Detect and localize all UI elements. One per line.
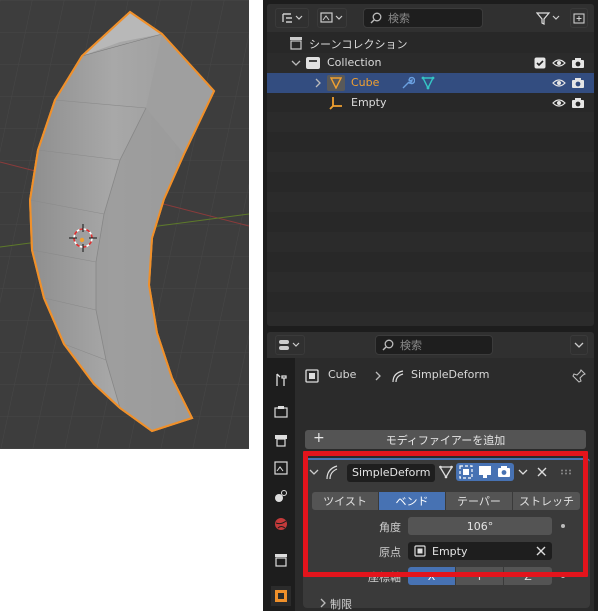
new-collection-button[interactable] bbox=[570, 8, 588, 28]
scene-icon bbox=[275, 490, 287, 502]
viewport-canvas bbox=[0, 0, 249, 449]
outliner-editor-type-button[interactable] bbox=[275, 8, 309, 28]
render-toggle[interactable] bbox=[571, 76, 585, 90]
mesh-data-indicator[interactable] bbox=[421, 76, 435, 90]
properties-tab-bar bbox=[267, 358, 293, 611]
outliner-row-cube[interactable]: Cube bbox=[267, 73, 594, 93]
outliner-search-input[interactable]: 検索 bbox=[363, 8, 483, 28]
tab-render[interactable] bbox=[271, 402, 291, 422]
outliner-header: 検索 bbox=[267, 4, 594, 32]
filter-button[interactable] bbox=[533, 8, 565, 28]
scene-collection-label: シーンコレクション bbox=[309, 38, 408, 51]
tab-view-layer[interactable] bbox=[271, 458, 291, 478]
visibility-toggle[interactable] bbox=[552, 56, 566, 70]
view-layer-icon bbox=[320, 12, 343, 23]
eye-icon bbox=[552, 79, 566, 87]
chevron-down-icon bbox=[574, 342, 584, 348]
outliner-search-placeholder: 検索 bbox=[388, 12, 410, 25]
collection-icon bbox=[275, 554, 287, 567]
properties-search-placeholder: 検索 bbox=[400, 339, 422, 352]
modifier-indicator[interactable] bbox=[401, 76, 415, 90]
camera-icon bbox=[572, 58, 584, 68]
outliner-display-mode-icon bbox=[282, 13, 303, 23]
cube-label: Cube bbox=[351, 76, 380, 89]
outliner-row-collection[interactable]: Collection bbox=[267, 53, 594, 73]
tab-object[interactable] bbox=[271, 586, 291, 606]
object-icon bbox=[305, 369, 319, 383]
search-icon bbox=[370, 12, 382, 24]
empty-object-icon bbox=[329, 97, 342, 110]
3d-viewport[interactable] bbox=[0, 0, 249, 449]
outliner-stripe bbox=[267, 232, 594, 252]
properties-options-dropdown[interactable] bbox=[570, 335, 588, 355]
tab-world[interactable] bbox=[271, 514, 291, 534]
wrench-icon bbox=[402, 76, 415, 89]
breadcrumb-chevron-icon bbox=[375, 371, 381, 381]
outliner-stripe bbox=[267, 112, 594, 132]
mesh-data-icon bbox=[421, 76, 435, 90]
collapse-chevron-icon[interactable] bbox=[291, 58, 301, 68]
outliner-stripe bbox=[267, 312, 594, 326]
exclude-checkbox[interactable] bbox=[533, 56, 547, 70]
search-icon bbox=[382, 339, 394, 351]
mesh-object-icon bbox=[327, 75, 345, 91]
tab-output[interactable] bbox=[271, 430, 291, 450]
outliner-stripe bbox=[267, 152, 594, 172]
collection-label: Collection bbox=[327, 56, 382, 69]
properties-icon bbox=[279, 340, 300, 350]
outliner-stripe bbox=[267, 272, 594, 292]
plus-icon: + bbox=[313, 430, 325, 446]
view-layer-icon bbox=[274, 461, 288, 475]
outliner-stripe bbox=[267, 192, 594, 212]
visibility-toggle[interactable] bbox=[552, 96, 566, 110]
add-modifier-button[interactable]: + モディファイアーを追加 bbox=[305, 430, 586, 449]
breadcrumb-object: Cube bbox=[328, 368, 357, 381]
visibility-toggle[interactable] bbox=[552, 76, 566, 90]
simple-deform-icon bbox=[392, 370, 404, 383]
filter-icon bbox=[536, 12, 560, 25]
output-icon bbox=[275, 435, 287, 447]
display-mode-dropdown[interactable] bbox=[317, 8, 347, 28]
eye-icon bbox=[552, 59, 566, 67]
scene-collection-icon bbox=[290, 37, 302, 50]
eye-icon bbox=[552, 99, 566, 107]
empty-label: Empty bbox=[351, 96, 387, 109]
add-modifier-label: モディファイアーを追加 bbox=[385, 433, 506, 447]
breadcrumb-modifier: SimpleDeform bbox=[411, 368, 490, 381]
object-icon bbox=[275, 590, 287, 602]
scene-collection-row[interactable]: シーンコレクション bbox=[267, 33, 594, 53]
highlight-annotation-box bbox=[303, 451, 588, 577]
collection-icon bbox=[306, 57, 320, 69]
restrictions-subpanel-label[interactable]: 制限 bbox=[330, 596, 352, 611]
properties-search-input[interactable]: 検索 bbox=[375, 335, 493, 355]
new-collection-icon bbox=[573, 13, 585, 24]
tab-scene[interactable] bbox=[271, 486, 291, 506]
tool-icon bbox=[276, 373, 287, 386]
outliner-row-empty[interactable]: Empty bbox=[267, 93, 594, 113]
camera-icon bbox=[572, 78, 584, 88]
properties-editor-type-button[interactable] bbox=[275, 335, 305, 355]
tab-collection[interactable] bbox=[271, 550, 291, 570]
world-icon bbox=[275, 518, 287, 530]
expand-chevron-icon[interactable] bbox=[319, 598, 327, 608]
outliner-editor: 検索 シーンコレクション Collection Cube Empty bbox=[267, 4, 594, 326]
camera-icon bbox=[572, 98, 584, 108]
render-icon bbox=[274, 406, 288, 418]
tab-tool[interactable] bbox=[271, 370, 291, 390]
render-toggle[interactable] bbox=[571, 56, 585, 70]
pin-icon[interactable] bbox=[572, 369, 586, 383]
properties-header: 検索 bbox=[267, 332, 594, 358]
expand-chevron-icon[interactable] bbox=[313, 78, 323, 88]
checkbox-icon bbox=[534, 57, 546, 69]
render-toggle[interactable] bbox=[571, 96, 585, 110]
